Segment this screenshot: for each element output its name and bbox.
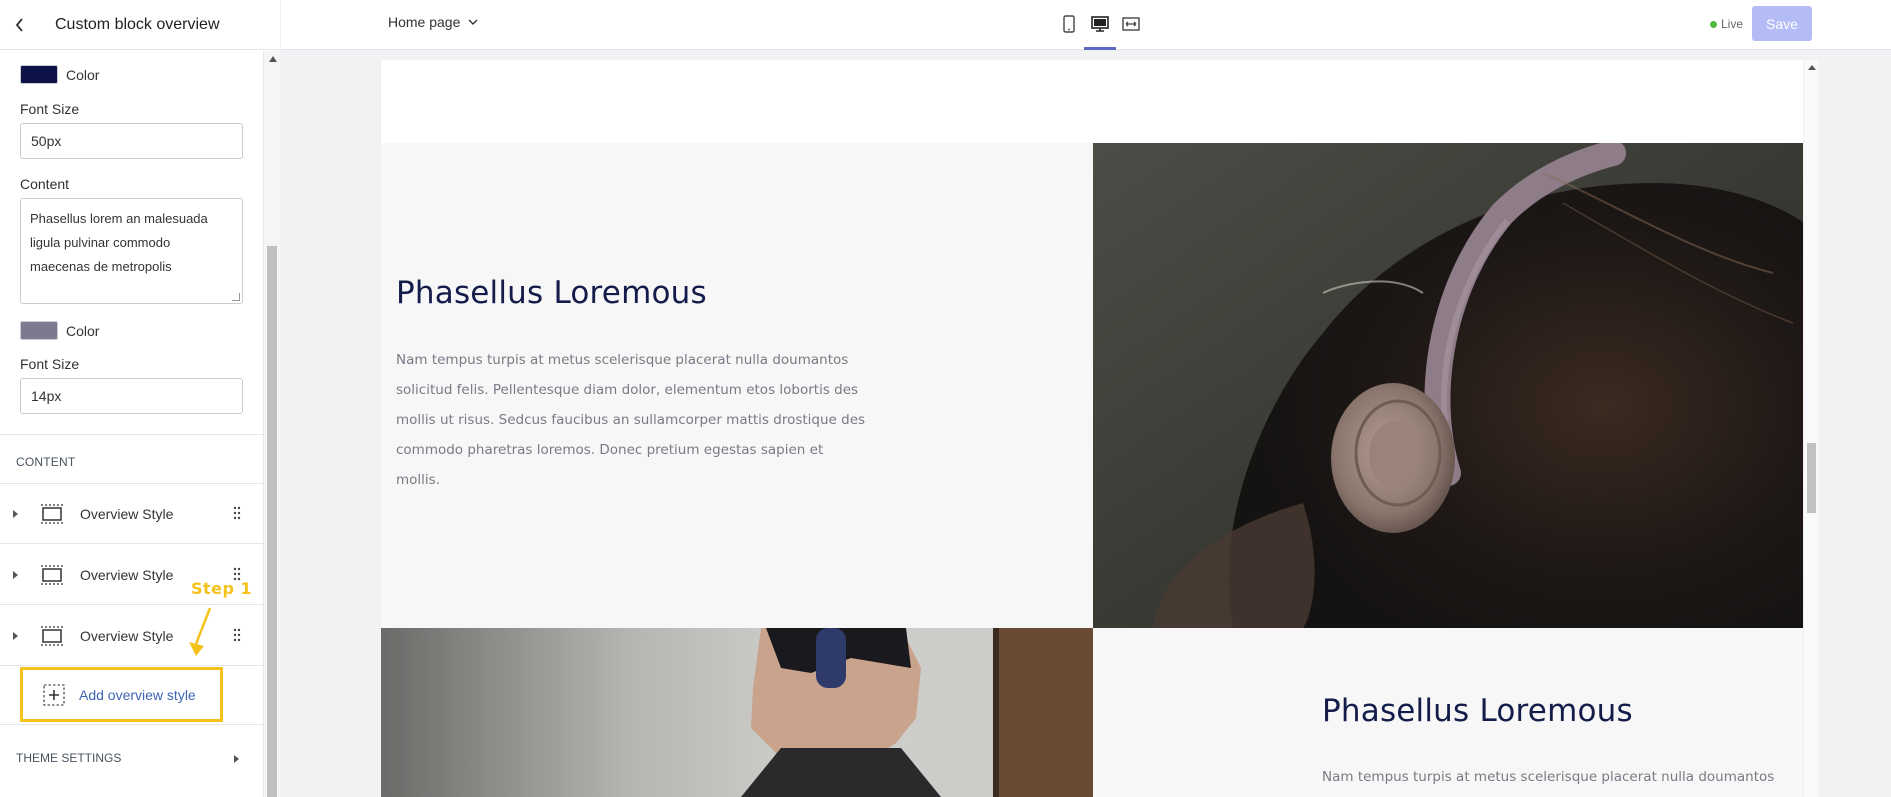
chevron-down-icon: [468, 19, 478, 25]
overview-heading: Phasellus Loremous: [396, 275, 707, 311]
body-line: mollis.: [396, 472, 440, 488]
overview-image-1: [1093, 143, 1804, 628]
content-text: Phasellus lorem an malesuada ligula pulv…: [30, 211, 208, 274]
woman-with-headphones-image: [1093, 143, 1804, 628]
chevron-left-icon: [15, 17, 23, 32]
content-font-size-label: Font Size: [20, 356, 80, 372]
body-line: solicitud felis. Pellentesque diam dolor…: [396, 382, 859, 398]
add-overview-style-label: Add overview style: [79, 686, 196, 703]
caret-right-icon[interactable]: [234, 755, 239, 763]
overview-style-label: Overview Style: [80, 566, 174, 583]
overview-image-2: [381, 628, 1093, 797]
caret-right-icon[interactable]: [13, 570, 18, 579]
mobile-icon[interactable]: [1059, 14, 1079, 34]
step-annotation-label: Step 1: [191, 579, 253, 598]
section-block-icon: [41, 503, 63, 524]
top-bar: Home page Live Save: [281, 0, 1891, 50]
heading-color-swatch[interactable]: [20, 65, 58, 84]
preview-scrollbar[interactable]: [1803, 60, 1818, 797]
sidebar-title: Custom block overview: [55, 15, 220, 33]
live-label: Live: [1721, 17, 1744, 31]
theme-settings-label: THEME SETTINGS: [16, 751, 122, 765]
overview-style-label: Overview Style: [80, 505, 174, 522]
content-color-label: Color: [66, 322, 100, 339]
body-line: Nam tempus turpis at metus scelerisque p…: [1322, 769, 1775, 785]
content-label: Content: [20, 176, 70, 192]
overview-style-label: Overview Style: [80, 627, 174, 644]
page-selector[interactable]: Home page: [388, 14, 478, 30]
content-color-field[interactable]: Color: [20, 321, 99, 340]
page-selector-label: Home page: [388, 14, 461, 30]
sidebar-scrollbar[interactable]: [263, 51, 280, 797]
sidebar-header: Custom block overview: [0, 0, 280, 50]
body-line: Nam tempus turpis at metus scelerisque p…: [396, 352, 849, 368]
man-with-headphones-image: [381, 628, 1093, 797]
overview-style-item-1[interactable]: Overview Style: [0, 484, 263, 544]
body-line: commodo pharetras loremos. Donec pretium…: [396, 442, 824, 458]
overview-heading: Phasellus Loremous: [1322, 693, 1633, 729]
scrollbar-thumb[interactable]: [1807, 443, 1816, 513]
sidebar: Custom block overview Color Font Size 50…: [0, 0, 280, 797]
scrollbar-thumb[interactable]: [267, 246, 277, 797]
add-block-icon: [43, 683, 65, 706]
divider: [0, 434, 263, 435]
body-line: mollis ut risus. Sedcus faucibus an sull…: [396, 412, 866, 428]
section-block-icon: [41, 625, 63, 646]
heading-font-size-input[interactable]: 50px: [20, 123, 243, 159]
arrow-down-icon: [189, 607, 212, 656]
overview-style-item-3[interactable]: Overview Style: [0, 606, 263, 666]
scroll-up-icon[interactable]: [1808, 65, 1816, 70]
live-dot-icon: [1710, 20, 1717, 28]
overview-text-panel-2: Phasellus Loremous Nam tempus turpis at …: [1093, 628, 1804, 797]
theme-settings-row[interactable]: THEME SETTINGS: [0, 724, 263, 792]
content-textarea[interactable]: Phasellus lorem an malesuada ligula pulv…: [20, 198, 243, 304]
page-preview: Phasellus Loremous Nam tempus turpis at …: [381, 60, 1804, 797]
content-section-heading: CONTENT: [16, 455, 76, 469]
drag-handle-icon[interactable]: [233, 628, 241, 642]
fullwidth-icon[interactable]: [1121, 14, 1141, 34]
overview-text-panel-1: Phasellus Loremous Nam tempus turpis at …: [381, 143, 1093, 628]
content-font-size-input[interactable]: 14px: [20, 378, 243, 414]
section-block-icon: [41, 564, 63, 585]
desktop-icon[interactable]: [1090, 14, 1110, 34]
drag-handle-icon[interactable]: [233, 506, 241, 520]
heading-color-label: Color: [66, 66, 100, 83]
scroll-up-icon[interactable]: [269, 56, 277, 62]
active-device-indicator: [1084, 47, 1116, 50]
heading-color-field[interactable]: Color: [20, 65, 99, 84]
add-overview-style-button[interactable]: Add overview style: [20, 667, 223, 722]
overview-body: Nam tempus turpis at metus scelerisque p…: [396, 345, 916, 495]
back-button[interactable]: [0, 0, 40, 50]
caret-right-icon[interactable]: [13, 509, 18, 518]
content-color-swatch[interactable]: [20, 321, 58, 340]
save-button[interactable]: Save: [1752, 6, 1812, 41]
resize-handle-icon[interactable]: [232, 293, 240, 301]
live-status: Live: [1710, 17, 1743, 31]
heading-font-size-label: Font Size: [20, 101, 80, 117]
overview-body: Nam tempus turpis at metus scelerisque p…: [1322, 762, 1802, 792]
caret-right-icon[interactable]: [13, 631, 18, 640]
